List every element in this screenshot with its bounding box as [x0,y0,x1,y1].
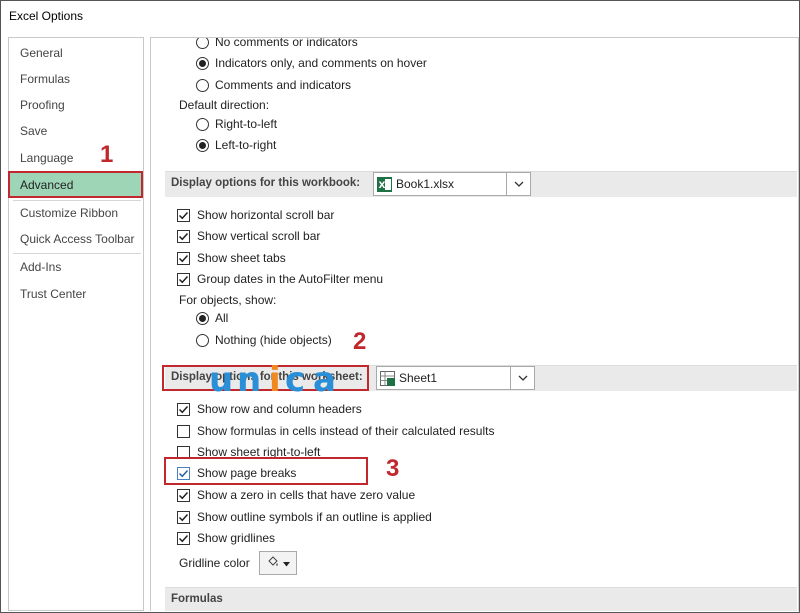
callout-number: 2 [353,328,367,355]
sheet-icon [380,371,395,386]
svg-text:i: i [269,360,283,399]
worksheet-select[interactable]: Sheet1 [376,366,535,390]
nav-item-trust-center[interactable]: Trust Center [9,281,143,307]
nav-item-quick-access-toolbar[interactable]: Quick Access Toolbar [9,226,143,252]
radio-label: Comments and indicators [215,78,352,92]
window-title: Excel Options [9,9,84,23]
checkbox-group-dates[interactable] [177,273,190,286]
radio-no-comments[interactable] [196,38,209,49]
nav-item-formulas[interactable]: Formulas [9,66,143,92]
svg-text:X: X [379,181,386,191]
callout-number: 3 [386,455,400,482]
checkbox-label: Show horizontal scroll bar [197,208,335,222]
scrollbar-track[interactable] [798,38,799,611]
svg-text:u: u [209,360,235,399]
checkbox-label: Show sheet tabs [197,251,286,265]
workbook-select-value: Book1.xlsx [396,177,455,191]
checkbox-row-col-headers[interactable] [177,403,190,416]
nav-item-save[interactable]: Save [9,118,143,144]
checkbox-label: Show formulas in cells instead of their … [197,424,495,438]
svg-text:c: c [285,360,307,399]
radio-right-to-left[interactable] [196,118,209,131]
radio-objects-all[interactable] [196,312,209,325]
radio-indicators-only[interactable] [196,57,209,70]
radio-objects-nothing[interactable] [196,334,209,347]
highlight-box-page-breaks [164,457,368,485]
workbook-select[interactable]: X Book1.xlsx [373,172,531,196]
nav-item-customize-ribbon[interactable]: Customize Ribbon [9,200,143,226]
chevron-down-icon[interactable] [506,173,530,195]
callout-number: 1 [100,141,114,168]
chevron-down-icon[interactable] [510,367,534,389]
gridline-color-label: Gridline color [179,556,250,570]
checkbox-label: Show gridlines [197,531,276,545]
excel-options-dialog: Excel Options General Formulas Proofing … [0,0,800,613]
worksheet-select-value: Sheet1 [399,371,438,385]
excel-file-icon: X [377,177,392,192]
radio-left-to-right[interactable] [196,139,209,152]
radio-label: All [215,311,229,325]
radio-label: Nothing (hide objects) [215,333,332,347]
checkbox-vertical-scroll[interactable] [177,230,190,243]
nav-item-general[interactable]: General [9,40,143,66]
checkbox-outline-symbols[interactable] [177,511,190,524]
chevron-down-icon [283,556,290,570]
nav-item-language[interactable]: Language [9,145,143,171]
nav-item-proofing[interactable]: Proofing [9,92,143,118]
section-label: Formulas [171,593,223,605]
svg-text:a: a [313,360,338,399]
nav-item-add-ins[interactable]: Add-Ins [9,254,143,280]
brand-watermark: u n i c a [209,359,379,408]
checkbox-label: Show outline symbols if an outline is ap… [197,510,432,524]
checkbox-label: Show a zero in cells that have zero valu… [197,488,416,502]
section-formulas: Formulas [165,587,797,611]
radio-label: No comments or indicators [215,37,358,49]
checkbox-label: Show vertical scroll bar [197,229,321,243]
options-nav: General Formulas Proofing Save Language … [8,37,144,611]
highlight-box-advanced [8,171,143,198]
radio-label: Indicators only, and comments on hover [215,56,427,70]
gridline-color-picker[interactable] [259,551,297,575]
objects-heading: For objects, show: [179,293,277,307]
radio-label: Right-to-left [215,117,278,131]
checkbox-show-formulas[interactable] [177,425,190,438]
paint-bucket-icon [266,555,280,572]
title-bar: Excel Options [1,1,799,31]
checkbox-sheet-tabs[interactable] [177,252,190,265]
radio-label: Left-to-right [215,138,277,152]
checkbox-gridlines[interactable] [177,532,190,545]
unica-logo: u n i c a [209,360,338,400]
advanced-options-panel: No comments or indicators Indicators onl… [150,37,799,611]
svg-text:n: n [237,360,263,399]
radio-comments-and-indicators[interactable] [196,79,209,92]
checkbox-horizontal-scroll[interactable] [177,209,190,222]
checkbox-zero-values[interactable] [177,489,190,502]
section-label: Display options for this workbook: [171,177,361,189]
default-direction-heading: Default direction: [179,98,270,112]
checkbox-label: Group dates in the AutoFilter menu [197,272,384,286]
